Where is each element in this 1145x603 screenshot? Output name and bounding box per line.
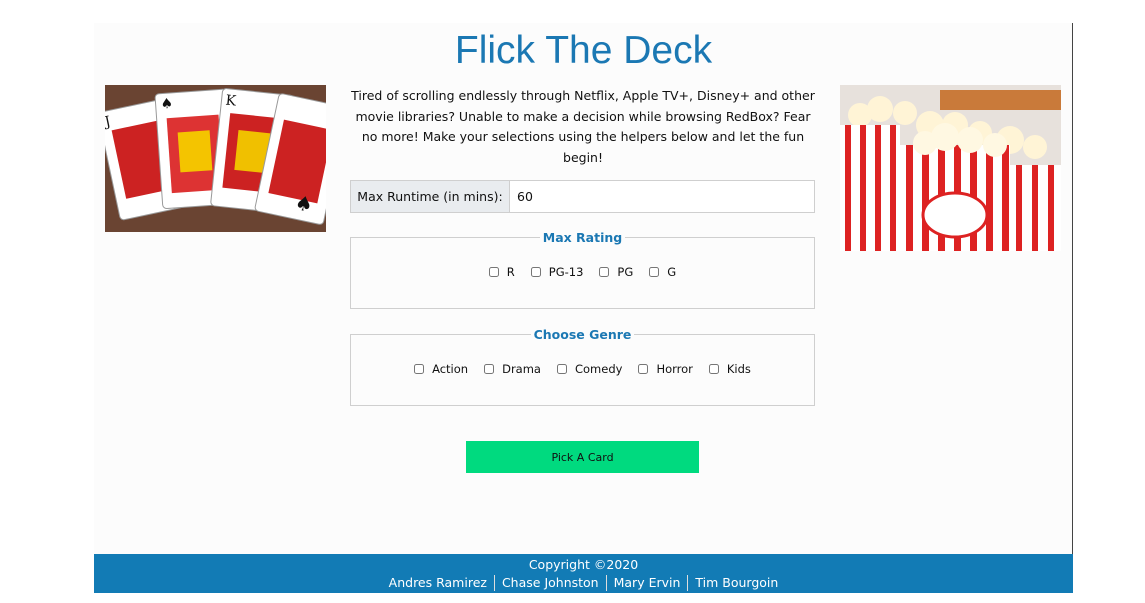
genre-checkbox-action[interactable] [414,364,425,374]
intro-text: Tired of scrolling endlessly through Net… [351,88,815,165]
choose-genre-fieldset: Choose Genre Action Drama Comedy Horror … [350,327,815,406]
page-title: Flick The Deck [454,29,713,72]
genre-option-action[interactable]: Action [414,362,468,376]
choose-genre-legend: Choose Genre [533,327,632,342]
rating-label-pg: PG [617,265,634,279]
genre-option-kids[interactable]: Kids [708,362,751,376]
rating-option-pg13[interactable]: PG-13 [530,265,584,279]
rating-option-pg[interactable]: PG [599,265,633,279]
rating-option-g[interactable]: G [649,265,676,279]
genre-label-horror: Horror [656,362,693,376]
genre-label-drama: Drama [502,362,541,376]
genre-checkbox-kids[interactable] [708,364,719,374]
popcorn-image [840,85,1061,251]
rating-label-r: R [506,265,515,279]
playing-cards-image: J ♠ K ♠ [105,85,326,232]
genre-option-horror[interactable]: Horror [638,362,693,376]
pick-a-card-button[interactable]: Pick A Card [466,441,699,473]
rating-option-r[interactable]: R [488,265,515,279]
max-rating-fieldset: Max Rating R PG-13 PG G [350,230,815,309]
runtime-input-group: Max Runtime (in mins): [350,180,815,213]
rating-checkbox-r[interactable] [488,267,499,277]
rating-label-g: G [667,265,677,279]
author-name: Mary Ervin [605,575,688,591]
footer: Copyright ©2020 Andres Ramirez Chase Joh… [94,554,1073,593]
rating-checkbox-pg13[interactable] [530,267,541,277]
copyright-text: Copyright ©2020 [528,557,639,572]
runtime-label: Max Runtime (in mins): [351,181,510,212]
page-container: Flick The Deck J ♠ K ♠ Tired of scrollin… [94,23,1073,593]
author-name: Chase Johnston [493,575,606,591]
genre-option-comedy[interactable]: Comedy [556,362,623,376]
genre-label-action: Action [432,362,469,376]
genre-label-kids: Kids [726,362,751,376]
svg-text:♠: ♠ [160,96,174,113]
genre-checkbox-horror[interactable] [638,364,649,374]
genre-options: Action Drama Comedy Horror Kids [351,362,814,376]
rating-label-pg13: PG-13 [548,265,584,279]
author-name: Andres Ramirez [388,575,487,590]
rating-options: R PG-13 PG G [351,265,814,279]
author-names: Andres Ramirez Chase Johnston Mary Ervin… [94,575,1073,591]
genre-checkbox-drama[interactable] [484,364,495,374]
runtime-input[interactable] [510,181,814,212]
rating-checkbox-g[interactable] [649,267,660,277]
genre-label-comedy: Comedy [574,362,623,376]
max-rating-legend: Max Rating [542,230,623,245]
rating-checkbox-pg[interactable] [599,267,610,277]
genre-option-drama[interactable]: Drama [484,362,541,376]
genre-checkbox-comedy[interactable] [556,364,567,374]
author-name: Tim Bourgoin [687,575,785,591]
